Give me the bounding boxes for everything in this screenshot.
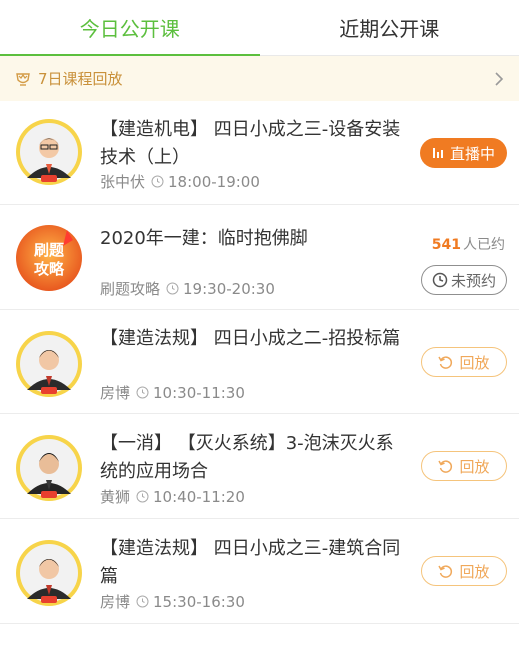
tab-today[interactable]: 今日公开课 (0, 0, 260, 56)
course-meta: 房博 15:30-16:30 (100, 591, 245, 612)
cover-text-bottom: 攻略 (34, 260, 65, 278)
live-button-label: 直播中 (449, 144, 495, 163)
course-meta: 黄狮 10:40-11:20 (100, 486, 245, 507)
cover-text-top: 刷题 (34, 241, 65, 259)
course-meta: 房博 10:30-11:30 (100, 382, 245, 403)
booked-count: 541 人已约 (432, 234, 505, 254)
replay-banner[interactable]: 7日课程回放 (0, 56, 519, 101)
teacher-name: 黄狮 (100, 488, 131, 506)
course-title: 【一消】 【灭火系统】3-泡沫灭火系统的应用场合 (100, 433, 394, 482)
course-time: 18:00-19:00 (168, 172, 260, 191)
course-title: 【建造法规】 四日小成之三-建筑合同篇 (100, 538, 401, 587)
live-button[interactable]: 直播中 (420, 138, 507, 168)
course-item[interactable]: 【建造法规】 四日小成之二-招投标篇 房博 10:30-11:30 回放 (0, 310, 519, 414)
course-item[interactable]: 【一消】 【灭火系统】3-泡沫灭火系统的应用场合 黄狮 10:40-11:20 … (0, 414, 519, 519)
tab-recent[interactable]: 近期公开课 (260, 0, 519, 55)
clock-icon (136, 490, 149, 503)
tab-bar: 今日公开课 近期公开课 (0, 0, 519, 56)
course-item[interactable]: 【建造机电】 四日小成之三-设备安装技术（上） 张中伏 18:00-19:00 … (0, 101, 519, 205)
course-cover-avatar: 刷题 攻略 (16, 225, 82, 291)
clock-icon (136, 595, 149, 608)
replay-icon (438, 459, 453, 473)
book-button-label: 未预约 (450, 271, 496, 290)
course-time: 10:30-11:30 (153, 383, 245, 402)
replay-button[interactable]: 回放 (421, 347, 507, 377)
course-time: 15:30-16:30 (153, 592, 245, 611)
replay-button-label: 回放 (459, 353, 490, 372)
live-bars-icon (432, 148, 443, 158)
teacher-name: 房博 (100, 593, 131, 611)
course-item[interactable]: 刷题 攻略 2020年一建：临时抱佛脚 刷题攻略 19:30-20:30 541… (0, 205, 519, 310)
trophy-icon (16, 72, 30, 86)
book-button[interactable]: 未预约 (421, 265, 507, 295)
clock-icon (166, 282, 179, 295)
teacher-name: 刷题攻略 (100, 280, 161, 298)
teacher-avatar (16, 435, 82, 501)
course-time: 19:30-20:30 (183, 279, 275, 298)
course-time: 10:40-11:20 (153, 487, 245, 506)
replay-button-label: 回放 (459, 457, 490, 476)
booked-number: 541 (431, 237, 461, 253)
teacher-avatar (16, 331, 82, 397)
course-title: 【建造法规】 四日小成之二-招投标篇 (100, 328, 401, 349)
replay-button[interactable]: 回放 (421, 451, 507, 481)
teacher-avatar (16, 119, 82, 185)
replay-button[interactable]: 回放 (421, 556, 507, 586)
teacher-name: 房博 (100, 384, 131, 402)
clock-icon (432, 272, 448, 288)
teacher-avatar (16, 540, 82, 606)
replay-icon (438, 564, 453, 578)
course-title: 2020年一建：临时抱佛脚 (100, 228, 308, 249)
replay-button-label: 回放 (459, 562, 490, 581)
course-item[interactable]: 【建造法规】 四日小成之三-建筑合同篇 房博 15:30-16:30 回放 (0, 519, 519, 624)
course-title: 【建造机电】 四日小成之三-设备安装技术（上） (100, 119, 401, 168)
course-list: 【建造机电】 四日小成之三-设备安装技术（上） 张中伏 18:00-19:00 … (0, 101, 519, 624)
course-meta: 张中伏 18:00-19:00 (100, 171, 260, 192)
chevron-right-icon[interactable] (493, 70, 505, 88)
booked-suffix: 人已约 (463, 237, 505, 253)
clock-icon (136, 386, 149, 399)
course-meta: 刷题攻略 19:30-20:30 (100, 278, 275, 299)
replay-icon (438, 355, 453, 369)
teacher-name: 张中伏 (100, 173, 146, 191)
clock-icon (151, 175, 164, 188)
replay-banner-label: 7日课程回放 (38, 70, 123, 88)
